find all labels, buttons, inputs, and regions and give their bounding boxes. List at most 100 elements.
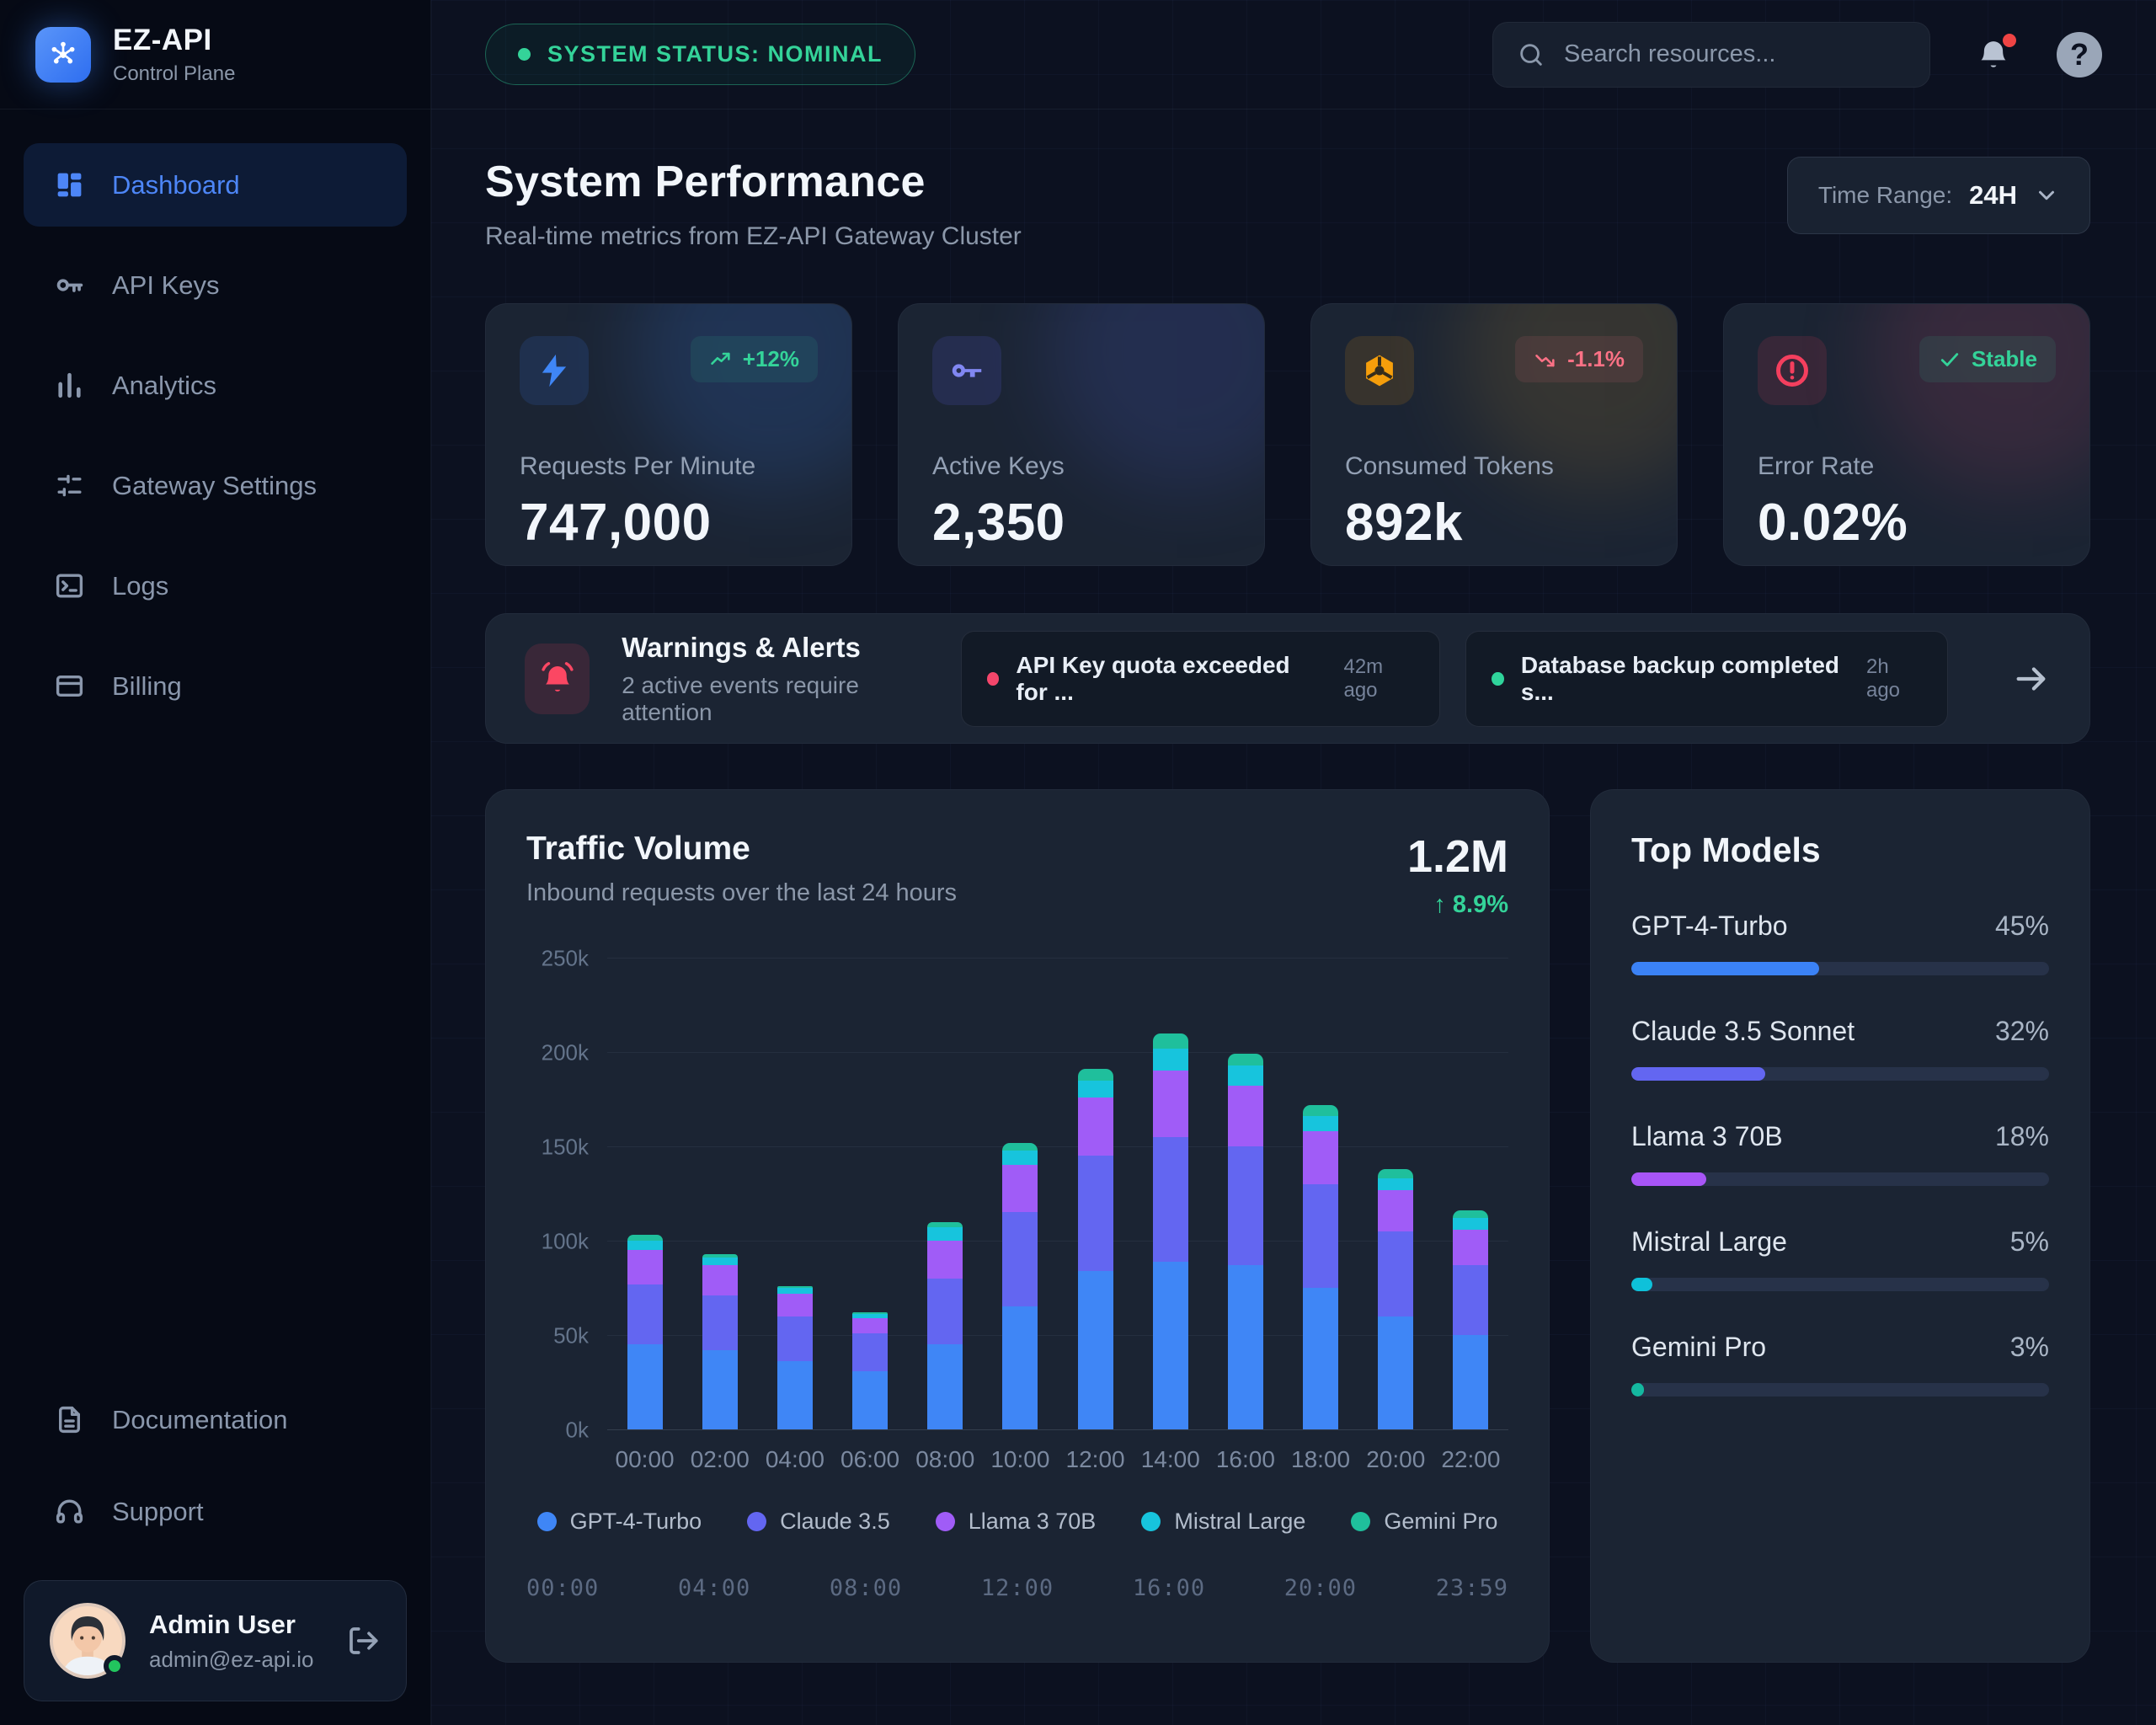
time-scrubber-label: 20:00: [1284, 1575, 1357, 1601]
sidebar-item-label: Dashboard: [112, 170, 240, 200]
stacked-bar[interactable]: [1078, 1069, 1113, 1429]
bar-segment: [1078, 1271, 1113, 1429]
stat-value: 0.02%: [1758, 493, 2056, 553]
x-tick-label: 22:00: [1433, 1446, 1508, 1473]
search-icon: [1517, 40, 1545, 69]
stacked-bar[interactable]: [777, 1286, 813, 1429]
y-tick-label: 0k: [523, 1417, 589, 1443]
bar-segment: [1303, 1288, 1338, 1429]
bar-segment: [852, 1371, 888, 1429]
arrow-right-icon[interactable]: [2012, 660, 2051, 698]
stacked-bar[interactable]: [702, 1254, 738, 1429]
time-range-value: 24H: [1969, 180, 2017, 211]
sidebar-item-billing[interactable]: Billing: [24, 644, 407, 728]
legend-dot-icon: [747, 1512, 766, 1531]
time-scrubber[interactable]: 00:0004:0008:0012:0016:0020:0023:59: [526, 1575, 1508, 1601]
sidebar-item-gateway-settings[interactable]: Gateway Settings: [24, 444, 407, 527]
bolt-icon: [520, 336, 589, 405]
terminal-icon: [54, 570, 85, 601]
avatar: [50, 1603, 125, 1679]
sidebar-item-label: Support: [112, 1497, 204, 1527]
legend-dot-icon: [1141, 1512, 1161, 1531]
brand-subtitle: Control Plane: [113, 62, 235, 86]
stacked-bar[interactable]: [1378, 1169, 1413, 1429]
charts-row: Traffic Volume Inbound requests over the…: [485, 789, 2090, 1717]
sidebar-item-label: Billing: [112, 671, 182, 702]
bar-column: [1208, 1054, 1283, 1429]
user-card[interactable]: Admin User admin@ez-api.io: [24, 1580, 407, 1701]
legend-item[interactable]: Claude 3.5: [747, 1509, 890, 1535]
bar-column: [1058, 1069, 1133, 1429]
help-icon[interactable]: ?: [2057, 32, 2102, 77]
stacked-bar[interactable]: [1228, 1054, 1263, 1429]
model-percent: 32%: [1995, 1016, 2049, 1047]
bar-segment: [852, 1333, 888, 1371]
bar-segment: [1002, 1306, 1038, 1429]
trend-badge: +12%: [691, 336, 818, 382]
analytics-icon: [54, 370, 85, 401]
alert-chip-error[interactable]: API Key quota exceeded for ... 42m ago: [961, 631, 1440, 727]
model-progress-fill: [1631, 962, 1819, 975]
legend-item[interactable]: GPT-4-Turbo: [537, 1509, 702, 1535]
traffic-volume-panel: Traffic Volume Inbound requests over the…: [485, 789, 1550, 1663]
y-tick-label: 250k: [523, 945, 589, 971]
stable-badge: Stable: [1919, 336, 2056, 382]
sidebar-item-dashboard[interactable]: Dashboard: [24, 143, 407, 227]
stacked-bar[interactable]: [927, 1222, 963, 1429]
sliders-icon: [54, 470, 85, 501]
sidebar-item-analytics[interactable]: Analytics: [24, 344, 407, 427]
headphones-icon: [54, 1496, 85, 1527]
search-input[interactable]: [1564, 40, 1906, 68]
status-dot-icon: [518, 48, 531, 61]
logout-icon[interactable]: [345, 1623, 381, 1658]
error-dot-icon: [987, 672, 999, 686]
sidebar-item-support[interactable]: Support: [24, 1470, 407, 1553]
bar-segment: [852, 1318, 888, 1333]
stat-label: Active Keys: [932, 452, 1230, 481]
x-tick-label: 00:00: [607, 1446, 682, 1473]
chart-subtitle: Inbound requests over the last 24 hours: [526, 879, 957, 907]
legend-item[interactable]: Llama 3 70B: [936, 1509, 1097, 1535]
page-subtitle: Real-time metrics from EZ-API Gateway Cl…: [485, 222, 1022, 251]
x-tick-label: 12:00: [1058, 1446, 1133, 1473]
sidebar-item-label: Analytics: [112, 371, 216, 401]
legend-item[interactable]: Gemini Pro: [1351, 1509, 1497, 1535]
stacked-bar[interactable]: [1303, 1105, 1338, 1429]
bar-segment: [1078, 1156, 1113, 1271]
model-progress-track: [1631, 1172, 2049, 1186]
sidebar-item-api-keys[interactable]: API Keys: [24, 243, 407, 327]
stacked-bar[interactable]: [627, 1235, 663, 1429]
bar-segment: [777, 1288, 813, 1294]
stacked-bar[interactable]: [1153, 1033, 1188, 1429]
stacked-bar[interactable]: [852, 1312, 888, 1429]
model-progress-fill: [1631, 1383, 1644, 1397]
bars: [607, 958, 1508, 1429]
alerts-title: Warnings & Alerts: [622, 632, 929, 664]
notification-dot: [2003, 34, 2016, 47]
gridline: 0k: [607, 1429, 1508, 1430]
bar-segment: [1078, 1097, 1113, 1156]
alert-chips: API Key quota exceeded for ... 42m ago D…: [961, 631, 1948, 727]
bar-segment: [1002, 1212, 1038, 1306]
legend-label: Mistral Large: [1174, 1509, 1305, 1535]
bar-segment: [702, 1265, 738, 1295]
bar-segment: [927, 1279, 963, 1344]
stacked-bar[interactable]: [1002, 1143, 1038, 1429]
bar-segment: [1078, 1069, 1113, 1080]
stat-card-active-keys: Active Keys 2,350: [898, 303, 1265, 566]
legend-dot-icon: [1351, 1512, 1370, 1531]
model-progress-track: [1631, 1383, 2049, 1397]
notifications-bell-icon[interactable]: [1974, 35, 2013, 74]
time-range-select[interactable]: Time Range: 24H: [1787, 157, 2090, 234]
model-progress-fill: [1631, 1278, 1652, 1291]
trend-badge: -1.1%: [1515, 336, 1643, 382]
legend-label: Llama 3 70B: [969, 1509, 1097, 1535]
bar-segment: [927, 1227, 963, 1241]
legend-item[interactable]: Mistral Large: [1141, 1509, 1305, 1535]
bar-segment: [702, 1295, 738, 1350]
alert-chip-success[interactable]: Database backup completed s... 2h ago: [1465, 631, 1948, 727]
stacked-bar[interactable]: [1453, 1210, 1488, 1429]
sidebar-item-documentation[interactable]: Documentation: [24, 1378, 407, 1461]
bar-segment: [627, 1250, 663, 1284]
sidebar-item-logs[interactable]: Logs: [24, 544, 407, 628]
